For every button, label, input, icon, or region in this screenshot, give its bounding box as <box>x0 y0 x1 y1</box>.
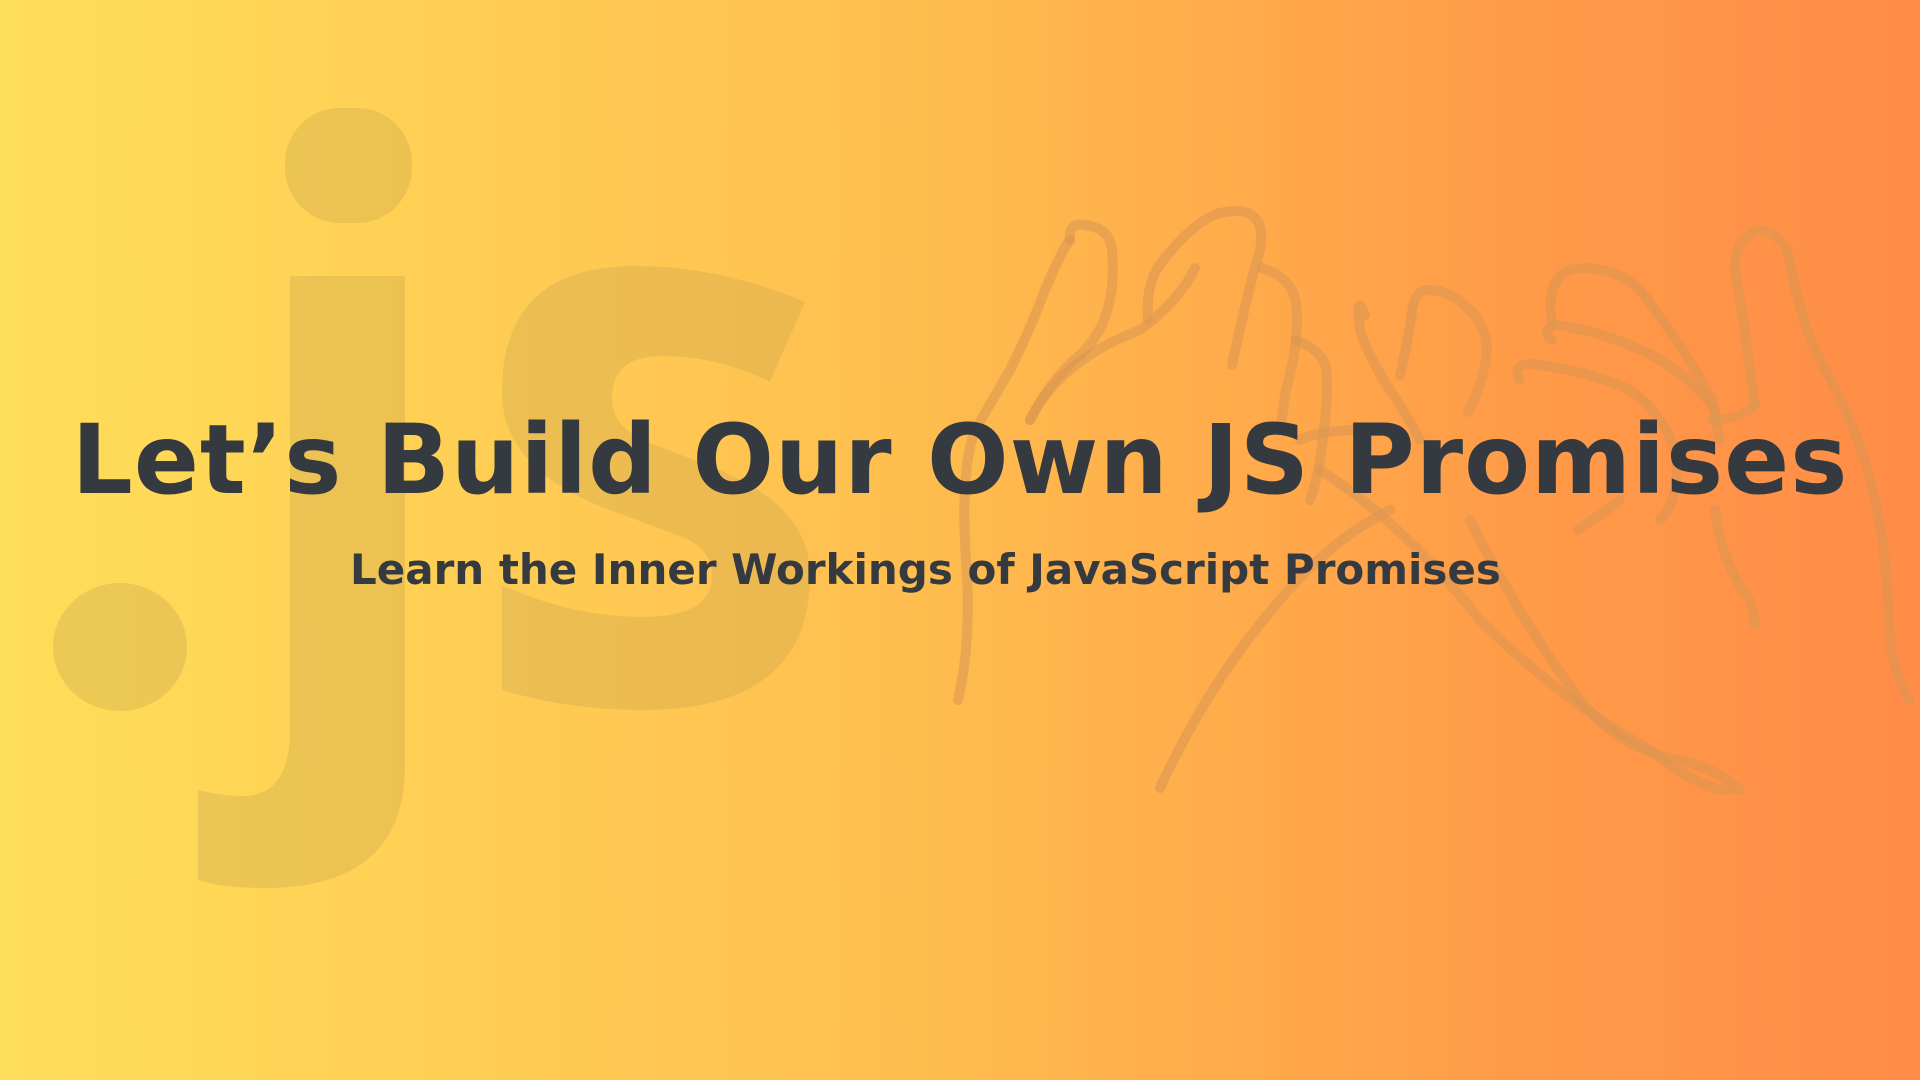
page-subtitle: Learn the Inner Workings of JavaScript P… <box>350 545 1501 594</box>
page-title: Let’s Build Our Own JS Promises <box>71 404 1849 516</box>
